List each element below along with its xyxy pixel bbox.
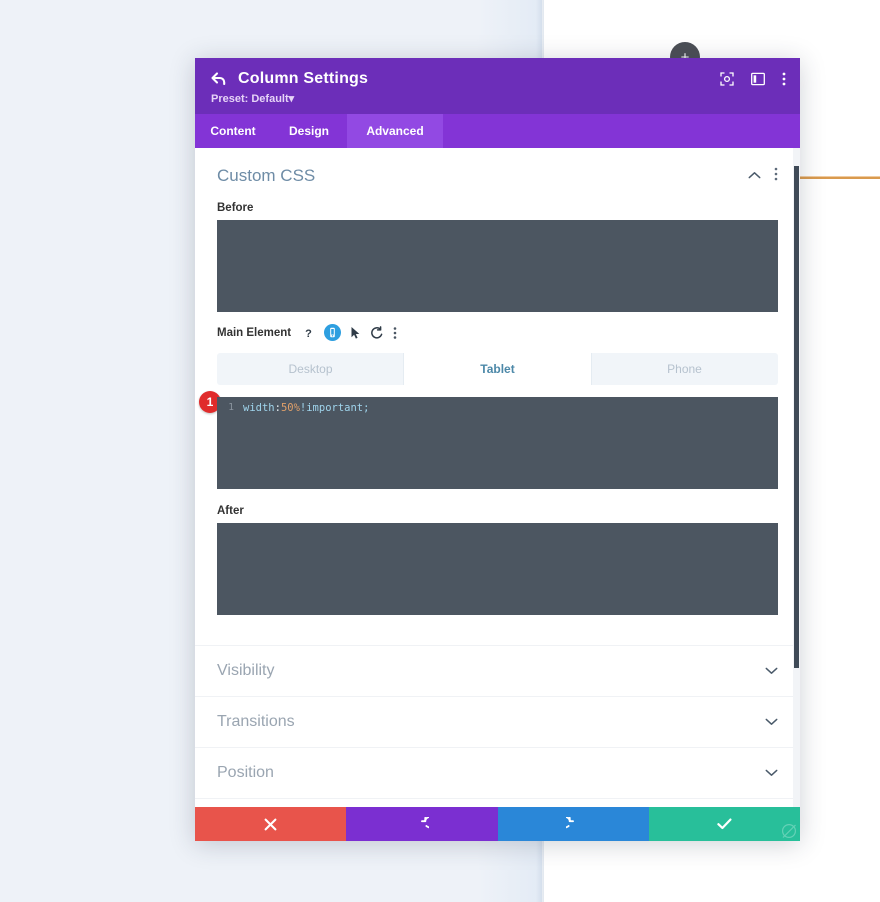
chevron-down-icon[interactable] [765,662,778,680]
accordion-label: Transitions [217,713,295,730]
accordion-transitions[interactable]: Transitions [195,696,800,747]
modal-header: Column Settings Preset: Default▾ [195,58,800,114]
code-line-number: 1 [228,402,234,413]
redo-button[interactable] [497,807,649,841]
breakpoint-phone[interactable]: Phone [591,353,778,385]
undo-button[interactable] [346,807,498,841]
accordion-label: Position [217,764,274,781]
after-field-label: After [217,505,244,517]
accordion-visibility[interactable]: Visibility [195,645,800,696]
save-button[interactable] [648,807,800,841]
redo-icon [565,816,574,828]
after-code-input[interactable] [217,523,778,615]
main-element-label: Main Element [217,326,292,339]
main-element-code-input[interactable]: 1 width: 50% !important; [217,397,778,489]
breakpoint-desktop[interactable]: Desktop [217,353,404,385]
checkmark-icon [717,818,732,830]
main-element-code-wrap: 1 1 width: 50% !important; [199,391,778,489]
accordion-position[interactable]: Position [195,747,800,798]
tab-content[interactable]: Content [195,114,271,148]
accordion-label: Visibility [217,662,275,679]
before-code-input[interactable] [217,220,778,312]
overflow-menu-icon[interactable] [782,72,786,86]
custom-css-section-header: Custom CSS [195,148,800,196]
reset-undo-icon[interactable] [370,325,384,340]
vertical-scrollbar[interactable] [793,148,800,807]
hover-cursor-icon[interactable] [350,326,361,340]
preset-label: Preset: Default [211,93,289,105]
css-important-token: !important [299,401,364,414]
breakpoint-tablet[interactable]: Tablet [404,353,591,385]
responsive-breakpoint-tabs: Desktop Tablet Phone [217,353,778,385]
settings-tabs: Content Design Advanced [195,114,800,148]
layout-columns-icon[interactable] [751,72,765,86]
undo-icon [421,816,430,828]
close-x-icon [264,818,277,830]
css-property-token: width [243,401,275,414]
modal-header-actions [720,72,786,86]
section-overflow-menu-icon[interactable] [774,167,778,186]
focus-target-icon[interactable] [720,72,734,86]
column-settings-modal: Column Settings Preset: Default▾ Content… [195,58,800,841]
before-field-label: Before [217,202,254,214]
preset-caret-icon: ▾ [288,93,295,105]
modal-body: Custom CSS Before Main Element ? Desktop… [195,148,800,807]
responsive-tablet-icon[interactable] [324,324,342,341]
preset-selector[interactable]: Preset: Default▾ [211,92,784,105]
chevron-up-icon[interactable] [748,167,761,185]
code-line-1: 1 width: 50% !important; [217,397,778,414]
css-semicolon-token: ; [363,401,370,414]
chevron-down-icon[interactable] [765,713,778,731]
help-icon[interactable]: ? [302,326,315,340]
page-title: Column Settings [238,70,369,87]
modal-footer [195,807,800,841]
accordion-bottom-rule [195,798,800,799]
css-value-token: 50% [280,401,300,414]
svg-text:?: ? [305,328,312,340]
scrollbar-thumb[interactable] [794,166,799,668]
tab-design[interactable]: Design [271,114,347,148]
row-divider-line [800,176,880,179]
chevron-down-icon[interactable] [765,764,778,782]
cancel-button[interactable] [195,807,347,841]
resize-grip-icon[interactable] [781,823,797,839]
section-title: Custom CSS [217,166,316,185]
tab-advanced[interactable]: Advanced [347,114,443,148]
main-element-row: Main Element ? [195,312,800,349]
main-element-overflow-menu-icon[interactable] [393,326,397,340]
back-arrow-icon[interactable] [211,72,226,88]
